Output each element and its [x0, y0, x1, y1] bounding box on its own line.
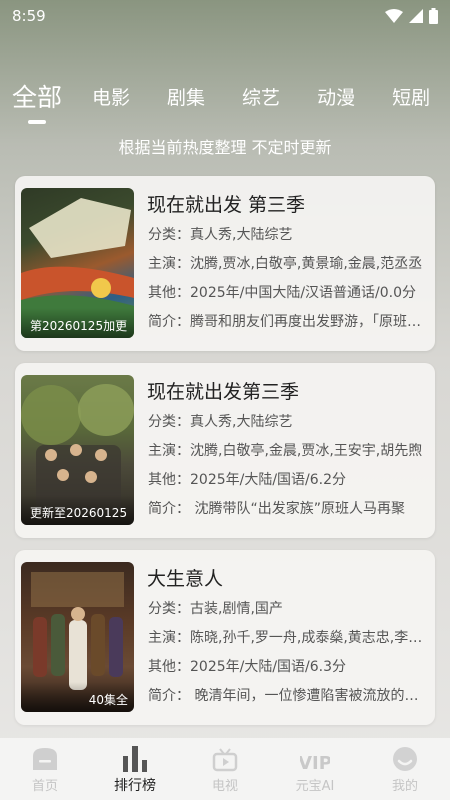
vip-icon: VIP	[300, 753, 330, 772]
nav-profile[interactable]: 我的	[370, 746, 440, 794]
status-bar: 8:59	[0, 0, 450, 32]
bottom-nav: 首页 排行榜 电视 VIP 元宝AI 我的	[0, 738, 450, 800]
battery-icon	[429, 8, 438, 24]
tab-label: 短剧	[392, 86, 431, 109]
nav-label: 我的	[391, 779, 418, 794]
poster-image: 第20260125加更	[21, 188, 134, 338]
nav-label: 元宝AI	[295, 779, 335, 794]
category-tabs: 全部 电影 剧集 综艺 动漫 短剧	[0, 76, 450, 124]
card-title: 大生意人	[147, 568, 224, 590]
poster-image: 40集全	[21, 562, 134, 712]
svg-text:VIP: VIP	[300, 753, 330, 772]
category-text: 分类：真人秀,大陆综艺	[148, 227, 293, 243]
tab-variety[interactable]: 综艺	[242, 83, 280, 110]
other-info-text: 其他：2025年/大陆/国语/6.3分	[148, 659, 347, 675]
ranking-subtitle: 根据当前热度整理 不定时更新	[118, 138, 332, 157]
list-item[interactable]: 更新至20260125 现在就出发第三季 分类：真人秀,大陆综艺 主演：沈腾,白…	[15, 363, 435, 538]
intro-text: 简介： 晚清年间，一位惨遭陷害被流放的商人	[148, 688, 430, 704]
tab-label: 动漫	[317, 86, 356, 109]
card-title: 现在就出发 第三季	[147, 194, 306, 216]
tab-active-indicator	[28, 120, 46, 124]
ranking-icon	[123, 746, 147, 772]
card-title: 现在就出发第三季	[147, 381, 300, 403]
nav-tv[interactable]: 电视	[190, 746, 260, 794]
status-icons	[385, 8, 438, 24]
cast-text: 主演：陈晓,孙千,罗一舟,成泰燊,黄志忠,李乃文	[148, 630, 430, 646]
list-item[interactable]: 40集全 大生意人 分类：古装,剧情,国产 主演：陈晓,孙千,罗一舟,成泰燊,黄…	[15, 550, 435, 725]
tab-label: 全部	[12, 83, 63, 112]
nav-label: 排行榜	[114, 778, 156, 794]
nav-ranking[interactable]: 排行榜	[100, 746, 170, 795]
list-item[interactable]: 第20260125加更 现在就出发 第三季 分类：真人秀,大陆综艺 主演：沈腾,…	[15, 176, 435, 351]
episode-badge: 第20260125加更	[21, 308, 134, 338]
intro-text: 简介：腾哥和朋友们再度出发野游，「原班人马」	[148, 314, 430, 330]
nav-label: 电视	[211, 779, 238, 794]
tab-label: 电影	[92, 86, 131, 109]
episode-badge: 更新至20260125	[21, 495, 134, 525]
other-info-text: 其他：2025年/大陆/国语/6.2分	[148, 472, 347, 488]
poster-image: 更新至20260125	[21, 375, 134, 525]
cast-text: 主演：沈腾,贾冰,白敬亭,黄景瑜,金晨,范丞丞	[148, 256, 423, 272]
intro-text: 简介： 沈腾带队“出发家族”原班人马再聚	[148, 501, 405, 517]
tv-icon	[212, 748, 238, 772]
category-text: 分类：古装,剧情,国产	[148, 601, 283, 617]
tab-label: 剧集	[167, 86, 206, 109]
tab-label: 综艺	[242, 86, 281, 109]
category-text: 分类：真人秀,大陆综艺	[148, 414, 293, 430]
profile-icon	[393, 747, 417, 771]
tab-all[interactable]: 全部	[12, 78, 63, 124]
nav-label: 首页	[31, 779, 58, 794]
nav-home[interactable]: 首页	[10, 746, 80, 794]
home-icon	[33, 748, 57, 770]
cast-text: 主演：沈腾,白敬亭,金晨,贾冰,王安宇,胡先煦	[148, 443, 423, 459]
signal-icon	[409, 9, 423, 23]
episode-badge: 40集全	[21, 682, 134, 712]
nav-ai[interactable]: VIP 元宝AI	[280, 746, 350, 794]
tab-short-drama[interactable]: 短剧	[392, 83, 430, 110]
status-time: 8:59	[12, 7, 46, 25]
tab-anime[interactable]: 动漫	[317, 83, 355, 110]
wifi-icon	[385, 9, 403, 23]
tab-series[interactable]: 剧集	[167, 83, 205, 110]
other-info-text: 其他：2025年/中国大陆/汉语普通话/0.0分	[148, 285, 417, 301]
tab-movie[interactable]: 电影	[92, 83, 130, 110]
